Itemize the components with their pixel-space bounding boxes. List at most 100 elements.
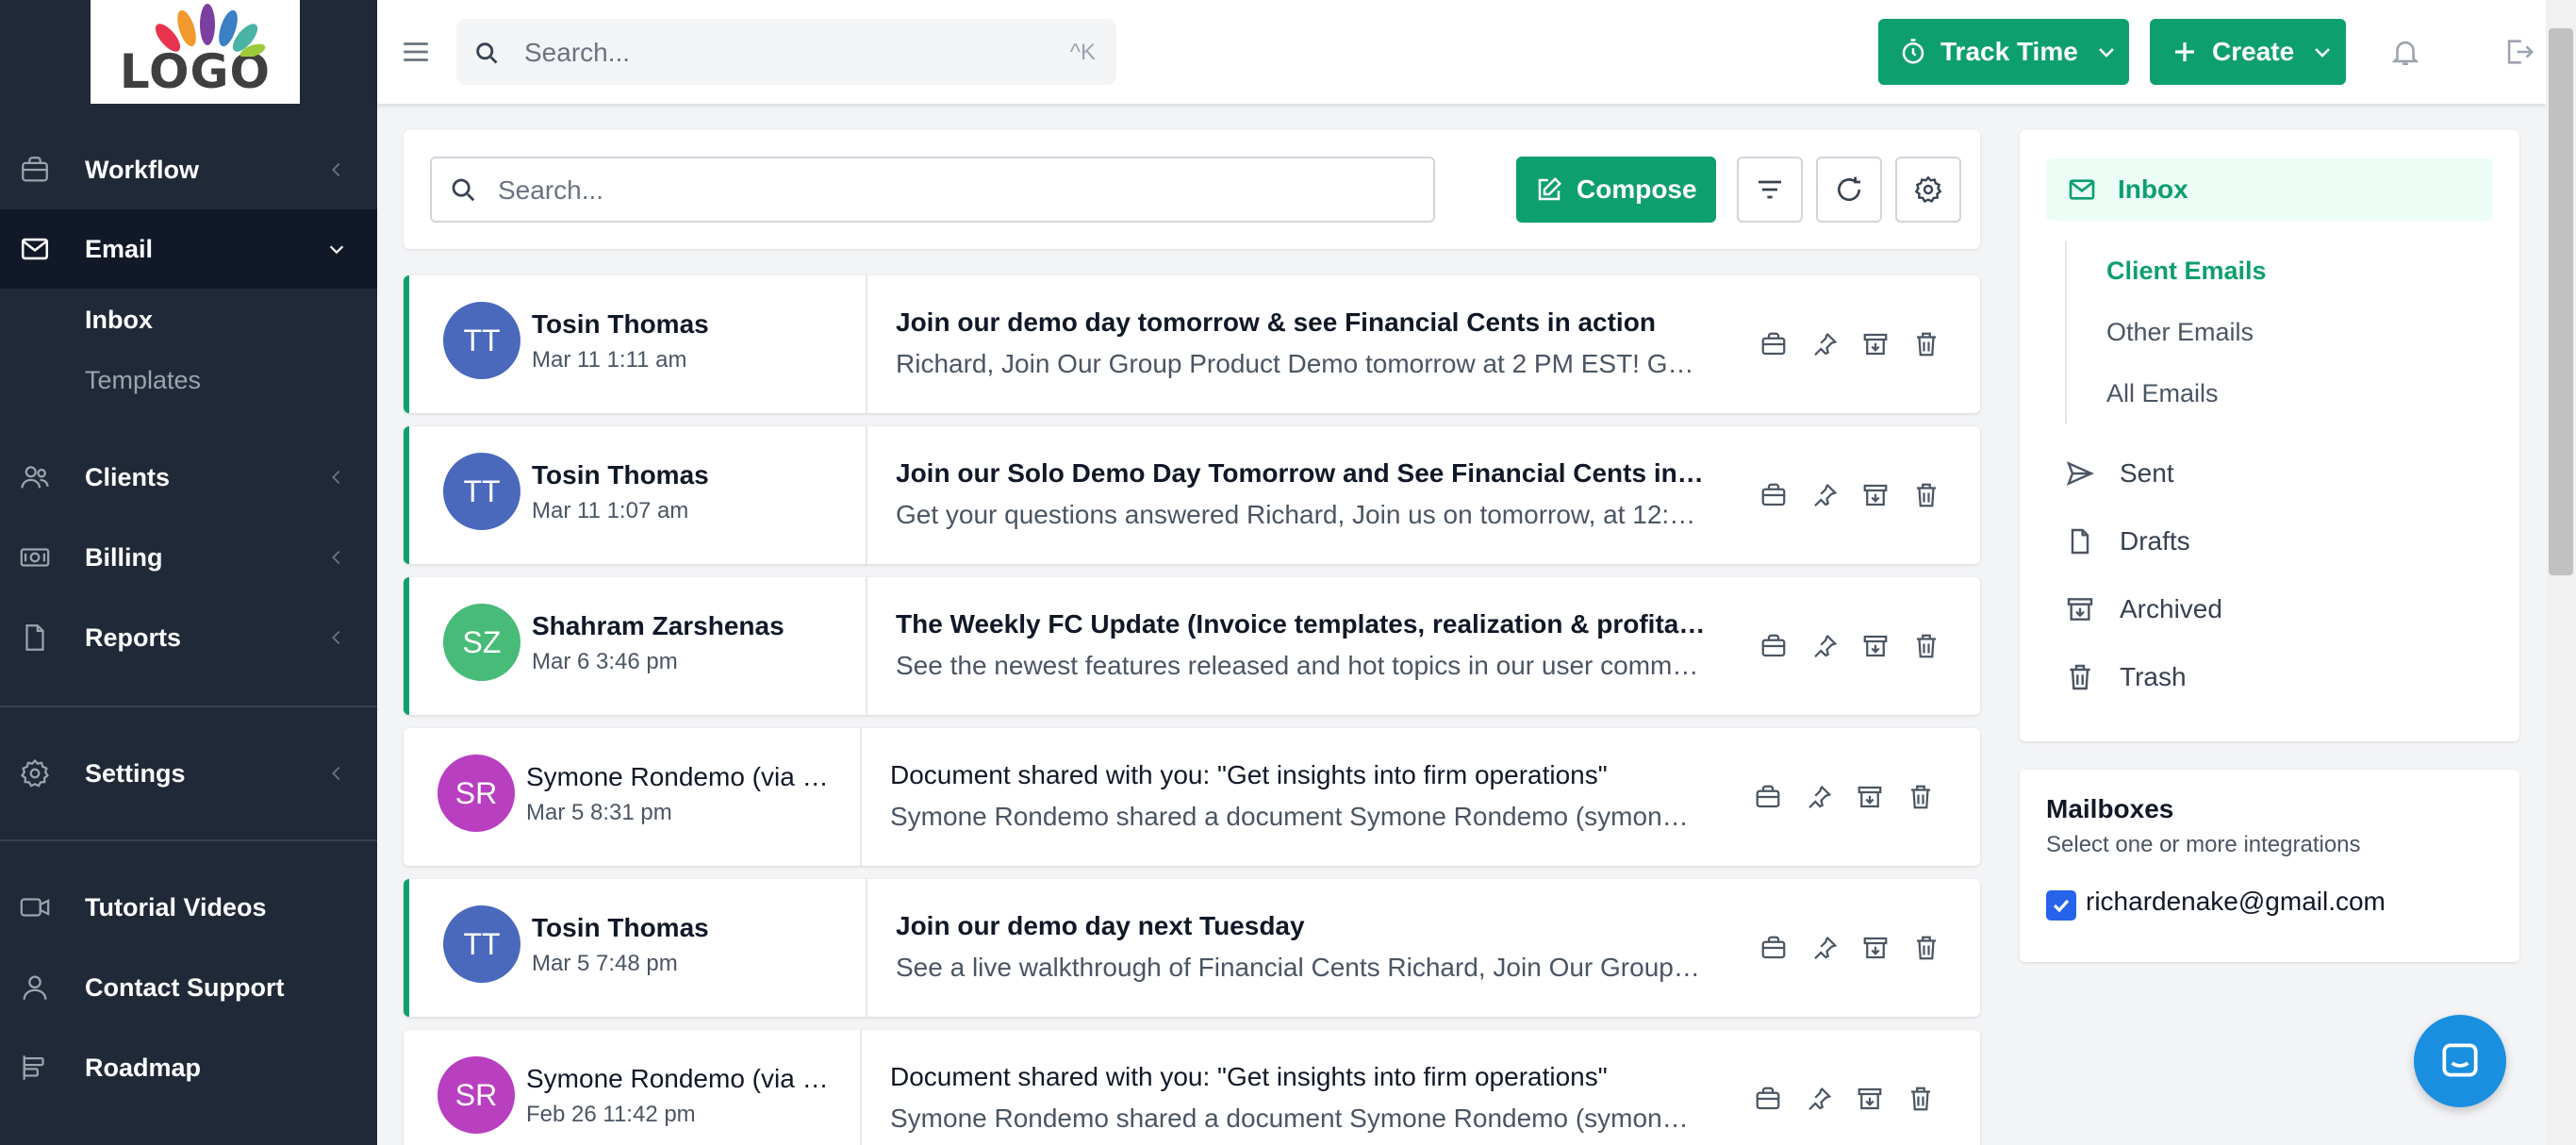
pin-icon[interactable] bbox=[1810, 934, 1839, 962]
sidebar-item-workflow[interactable]: Workflow bbox=[0, 130, 377, 209]
sidebar-item-label: Reports bbox=[85, 622, 182, 652]
trash-icon[interactable] bbox=[1907, 783, 1935, 811]
email-preview: Symone Rondemo shared a document Symone … bbox=[890, 1104, 1701, 1133]
folder-label: Archived bbox=[2120, 594, 2222, 623]
email-subject: Join our demo day next Tuesday bbox=[896, 911, 1305, 940]
money-icon bbox=[20, 548, 50, 567]
sidebar-item-billing[interactable]: Billing bbox=[0, 518, 377, 597]
sidebar-item-clients[interactable]: Clients bbox=[0, 438, 377, 517]
email-row[interactable]: TT Tosin Thomas Mar 5 7:48 pm Join our d… bbox=[404, 879, 1980, 1017]
video-icon bbox=[20, 898, 50, 917]
sidebar-item-settings[interactable]: Settings bbox=[0, 734, 377, 813]
roadmap-icon bbox=[23, 1055, 44, 1080]
archive-icon[interactable] bbox=[1861, 330, 1890, 358]
pin-icon[interactable] bbox=[1810, 632, 1839, 660]
user-icon bbox=[23, 975, 47, 1000]
subfolder-other-emails[interactable]: Other Emails bbox=[2106, 318, 2254, 347]
track-time-button[interactable]: Track Time bbox=[1878, 19, 2129, 85]
email-preview: See the newest features released and hot… bbox=[896, 651, 1707, 680]
refresh-icon bbox=[1838, 176, 1861, 202]
email-row[interactable]: SZ Shahram Zarshenas Mar 6 3:46 pm The W… bbox=[404, 577, 1980, 715]
pin-icon[interactable] bbox=[1810, 330, 1839, 358]
briefcase-icon[interactable] bbox=[1759, 934, 1788, 962]
archive-icon[interactable] bbox=[1861, 934, 1890, 962]
sidebar-item-reports[interactable]: Reports bbox=[0, 598, 377, 677]
email-toolbar: Search... Compose bbox=[404, 130, 1980, 249]
email-subject: Join our demo day tomorrow & see Financi… bbox=[896, 307, 1656, 337]
email-row[interactable]: SR Symone Rondemo (via Google Docs) Feb … bbox=[404, 1030, 1980, 1145]
sidebar-item-tutorial-videos[interactable]: Tutorial Videos bbox=[0, 868, 377, 947]
email-preview: Get your questions answered Richard, Joi… bbox=[896, 500, 1707, 529]
mailbox-checkbox[interactable] bbox=[2046, 890, 2076, 921]
compose-button[interactable]: Compose bbox=[1516, 157, 1716, 223]
briefcase-icon[interactable] bbox=[1754, 1085, 1782, 1113]
stopwatch-icon bbox=[1902, 39, 1924, 64]
filter-button[interactable] bbox=[1737, 157, 1803, 223]
email-date: Mar 5 8:31 pm bbox=[526, 800, 672, 825]
pin-icon[interactable] bbox=[1810, 481, 1839, 509]
archive-icon[interactable] bbox=[1861, 632, 1890, 660]
sidebar-item-label: Settings bbox=[85, 758, 186, 788]
email-date: Feb 26 11:42 pm bbox=[526, 1102, 696, 1127]
hamburger-menu-icon[interactable] bbox=[400, 36, 432, 68]
chevron-left-icon bbox=[332, 630, 340, 645]
bell-icon[interactable] bbox=[2389, 36, 2421, 68]
folder-inbox[interactable]: Inbox bbox=[2046, 158, 2493, 221]
trash-icon[interactable] bbox=[1912, 632, 1940, 660]
briefcase-icon[interactable] bbox=[1759, 632, 1788, 660]
email-row-actions bbox=[1754, 783, 1935, 811]
folder-trash[interactable]: Trash bbox=[2065, 662, 2187, 692]
trash-icon[interactable] bbox=[1907, 1085, 1935, 1113]
mailbox-email[interactable]: richardenake@gmail.com bbox=[2086, 887, 2386, 917]
sidebar-item-label: Contact Support bbox=[85, 972, 285, 1002]
briefcase-icon[interactable] bbox=[1759, 330, 1788, 358]
sidebar-item-roadmap[interactable]: Roadmap bbox=[0, 1028, 377, 1107]
email-row[interactable]: TT Tosin Thomas Mar 11 1:11 am Join our … bbox=[404, 275, 1980, 413]
sidebar-subitem-inbox[interactable]: Inbox bbox=[85, 306, 153, 335]
sidebar-subitem-templates[interactable]: Templates bbox=[85, 366, 201, 395]
create-button[interactable]: Create bbox=[2150, 19, 2346, 85]
email-preview: See a live walkthrough of Financial Cent… bbox=[896, 953, 1707, 982]
email-sender: Tosin Thomas bbox=[532, 309, 709, 339]
email-row[interactable]: TT Tosin Thomas Mar 11 1:07 am Join our … bbox=[404, 426, 1980, 564]
folder-inbox-label: Inbox bbox=[2118, 174, 2188, 204]
folder-archived[interactable]: Archived bbox=[2065, 594, 2222, 624]
email-settings-button[interactable] bbox=[1895, 157, 1961, 223]
search-icon bbox=[452, 178, 475, 202]
briefcase-icon[interactable] bbox=[1754, 783, 1782, 811]
email-row[interactable]: SR Symone Rondemo (via Google Docs) Mar … bbox=[404, 728, 1980, 866]
global-search-input[interactable]: Search... ^K bbox=[456, 19, 1116, 85]
logout-icon[interactable] bbox=[2502, 36, 2535, 68]
sidebar-item-label: Workflow bbox=[85, 155, 199, 184]
trash-icon[interactable] bbox=[1912, 481, 1940, 509]
pin-icon[interactable] bbox=[1805, 783, 1833, 811]
archive-icon[interactable] bbox=[1856, 783, 1884, 811]
email-date: Mar 5 7:48 pm bbox=[532, 951, 678, 976]
folder-sent[interactable]: Sent bbox=[2065, 458, 2174, 489]
mailboxes-title: Mailboxes bbox=[2046, 794, 2174, 823]
pin-icon[interactable] bbox=[1805, 1085, 1833, 1113]
subfolder-client-emails[interactable]: Client Emails bbox=[2106, 257, 2267, 286]
folder-drafts[interactable]: Drafts bbox=[2065, 526, 2190, 556]
sidebar-divider bbox=[0, 705, 377, 707]
page-scrollbar-thumb[interactable] bbox=[2549, 28, 2573, 575]
subfolder-all-emails[interactable]: All Emails bbox=[2106, 379, 2219, 408]
subfolder-guide-line bbox=[2065, 241, 2067, 424]
email-search-input[interactable]: Search... bbox=[430, 157, 1435, 223]
chat-launcher-button[interactable] bbox=[2414, 1015, 2506, 1107]
users-icon bbox=[21, 466, 49, 489]
trash-icon[interactable] bbox=[1912, 330, 1940, 358]
refresh-button[interactable] bbox=[1816, 157, 1882, 223]
document-icon bbox=[25, 624, 44, 651]
trash-icon[interactable] bbox=[1912, 934, 1940, 962]
search-placeholder: Search... bbox=[524, 38, 631, 67]
sidebar-divider bbox=[0, 839, 377, 841]
archive-icon[interactable] bbox=[1861, 481, 1890, 509]
envelope-icon bbox=[2069, 179, 2095, 200]
company-logo[interactable]: LOGO bbox=[91, 0, 300, 104]
briefcase-icon[interactable] bbox=[1759, 481, 1788, 509]
email-sender: Symone Rondemo (via Google Docs) bbox=[526, 1064, 847, 1093]
sidebar-item-contact-support[interactable]: Contact Support bbox=[0, 948, 377, 1027]
archive-icon[interactable] bbox=[1856, 1085, 1884, 1113]
sidebar-item-email[interactable]: Email bbox=[0, 209, 377, 289]
